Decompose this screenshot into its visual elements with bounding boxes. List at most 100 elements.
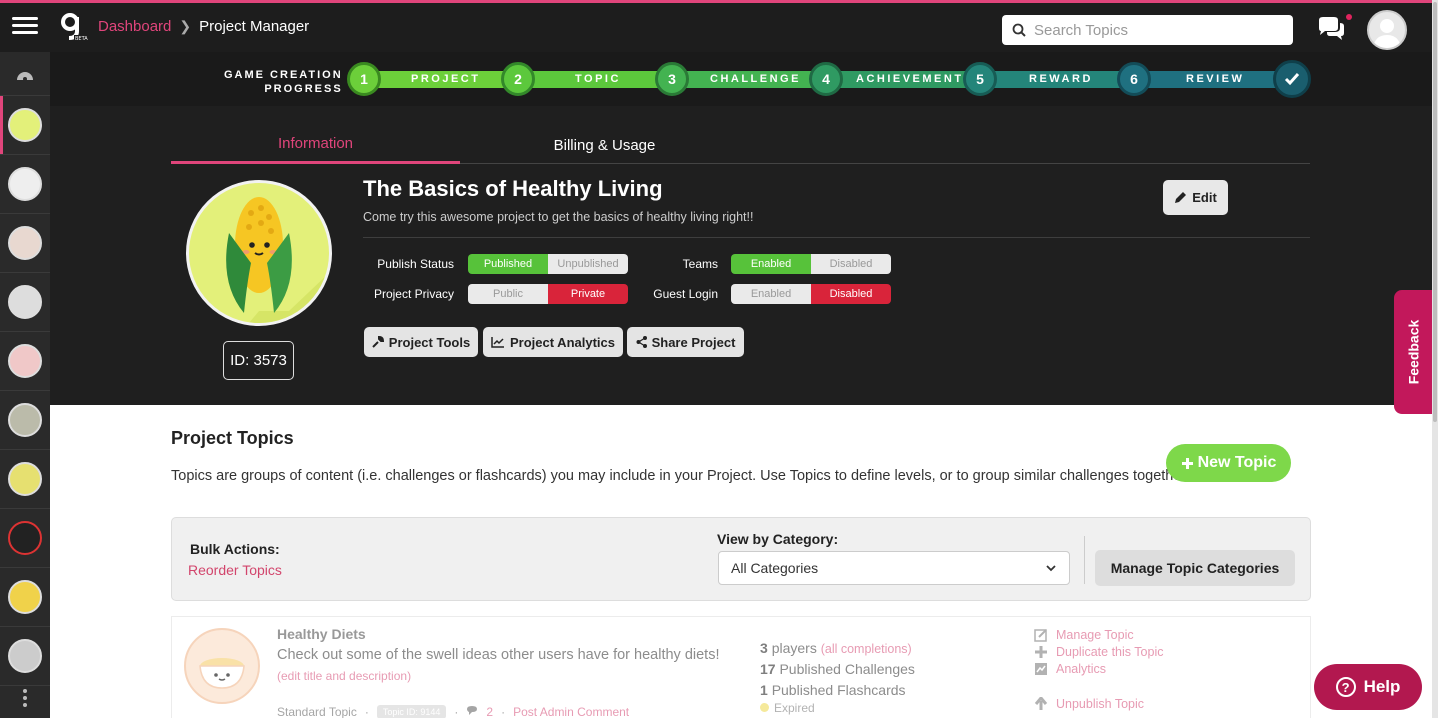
topic-name[interactable]: Healthy Diets bbox=[277, 626, 366, 642]
edit-button[interactable]: Edit bbox=[1163, 180, 1228, 215]
step-2-circle[interactable]: 2 bbox=[501, 62, 535, 96]
edit-title-description-link[interactable]: (edit title and description) bbox=[277, 669, 411, 683]
step-4-circle[interactable]: 4 bbox=[809, 62, 843, 96]
rail-project-8[interactable] bbox=[0, 509, 50, 568]
topic-footer: Standard Topic · Topic ID: 9144 · 2 · Po… bbox=[277, 705, 629, 718]
feedback-tab[interactable]: Feedback bbox=[1394, 290, 1432, 414]
rail-project-6[interactable] bbox=[0, 391, 50, 450]
game-creation-progress: GAME CREATION PROGRESS PROJECT TOPIC CHA… bbox=[50, 52, 1432, 106]
plus-icon bbox=[1035, 646, 1047, 658]
chevron-right-icon: ❯ bbox=[179, 18, 192, 34]
teams-enabled-option[interactable]: Enabled bbox=[731, 254, 811, 274]
more-vertical-icon[interactable] bbox=[20, 686, 30, 710]
topic-row: Healthy Diets Check out some of the swel… bbox=[171, 616, 1311, 718]
check-icon[interactable] bbox=[1273, 60, 1311, 98]
rail-project-10[interactable] bbox=[0, 627, 50, 686]
flashcards-count: 1 bbox=[760, 682, 768, 698]
guest-disabled-option[interactable]: Disabled bbox=[811, 284, 891, 304]
tab-billing-usage[interactable]: Billing & Usage bbox=[460, 126, 749, 164]
new-topic-button[interactable]: New Topic bbox=[1166, 444, 1291, 482]
rail-project-9[interactable] bbox=[0, 568, 50, 627]
help-button[interactable]: ? Help bbox=[1314, 664, 1422, 710]
new-topic-label: New Topic bbox=[1197, 454, 1277, 471]
step-name-review[interactable]: REVIEW bbox=[1186, 73, 1244, 85]
manage-topic-categories-button[interactable]: Manage Topic Categories bbox=[1095, 550, 1295, 586]
app-logo[interactable]: BETA bbox=[58, 11, 88, 41]
share-project-button[interactable]: Share Project bbox=[627, 327, 744, 357]
flashcards-label: Published Flashcards bbox=[771, 682, 906, 698]
user-silhouette-icon bbox=[1373, 19, 1401, 48]
separator-dot: · bbox=[454, 705, 459, 718]
guest-login-label: Guest Login bbox=[653, 287, 718, 301]
analytics-action[interactable]: Analytics bbox=[1034, 662, 1106, 676]
step-5-circle[interactable]: 5 bbox=[963, 62, 997, 96]
breadcrumb: Dashboard ❯ Project Manager bbox=[98, 18, 309, 35]
step-6-circle[interactable]: 6 bbox=[1117, 62, 1151, 96]
project-image[interactable] bbox=[186, 180, 332, 326]
post-admin-comment-link[interactable]: Post Admin Comment bbox=[513, 705, 629, 718]
breadcrumb-dashboard-link[interactable]: Dashboard bbox=[98, 18, 171, 35]
rail-project-5[interactable] bbox=[0, 332, 50, 391]
feedback-label: Feedback bbox=[1405, 319, 1421, 385]
flashcards-stat: 1 Published Flashcards bbox=[760, 682, 906, 698]
comment-count[interactable]: 2 bbox=[486, 705, 493, 718]
project-info-panel: Information Billing & Usage ID: 3573 The… bbox=[50, 106, 1432, 405]
separator-dot: · bbox=[501, 705, 506, 718]
search-box[interactable] bbox=[1002, 15, 1293, 45]
analytics-label: Analytics bbox=[1056, 662, 1107, 676]
teams-toggle[interactable]: Enabled Disabled bbox=[731, 254, 891, 274]
tab-information[interactable]: Information bbox=[171, 126, 460, 164]
step-name-reward[interactable]: REWARD bbox=[1029, 73, 1093, 85]
chat-icon[interactable] bbox=[1316, 16, 1346, 42]
published-option[interactable]: Published bbox=[468, 254, 548, 274]
publish-status-toggle[interactable]: Published Unpublished bbox=[468, 254, 628, 274]
scrollbar-thumb[interactable] bbox=[1433, 2, 1437, 422]
question-circle-icon: ? bbox=[1335, 677, 1356, 697]
expired-dot-icon bbox=[760, 703, 769, 712]
rail-project-3[interactable] bbox=[0, 214, 50, 273]
divider bbox=[363, 237, 1310, 238]
step-name-challenge[interactable]: CHALLENGE bbox=[710, 73, 801, 85]
duplicate-topic-action[interactable]: Duplicate this Topic bbox=[1034, 645, 1163, 659]
public-option[interactable]: Public bbox=[468, 284, 548, 304]
rail-project-4[interactable] bbox=[0, 273, 50, 332]
project-tools-button[interactable]: Project Tools bbox=[364, 327, 478, 357]
challenges-label: Published Challenges bbox=[779, 661, 915, 677]
unpublish-topic-label: Unpublish Topic bbox=[1056, 697, 1145, 711]
svg-text:BETA: BETA bbox=[75, 36, 88, 41]
guest-enabled-option[interactable]: Enabled bbox=[731, 284, 811, 304]
category-select[interactable]: All Categories bbox=[718, 551, 1070, 585]
help-label: Help bbox=[1363, 677, 1401, 696]
dashboard-gauge-icon[interactable] bbox=[0, 52, 50, 96]
topic-image[interactable] bbox=[184, 628, 260, 704]
edit-label: Edit bbox=[1192, 190, 1217, 205]
comment-icon bbox=[466, 705, 478, 718]
rail-project-7[interactable] bbox=[0, 450, 50, 509]
project-analytics-button[interactable]: Project Analytics bbox=[483, 327, 623, 357]
challenges-stat: 17 Published Challenges bbox=[760, 661, 915, 677]
hamburger-menu-icon[interactable] bbox=[12, 13, 38, 41]
share-project-label: Share Project bbox=[651, 334, 736, 350]
step-1-circle[interactable]: 1 bbox=[347, 62, 381, 96]
plus-icon bbox=[1181, 457, 1193, 469]
user-avatar[interactable] bbox=[1367, 10, 1407, 50]
manage-topic-action[interactable]: Manage Topic bbox=[1034, 628, 1134, 642]
reorder-topics-link[interactable]: Reorder Topics bbox=[188, 562, 282, 578]
search-input[interactable] bbox=[1034, 21, 1274, 39]
guest-login-toggle[interactable]: Enabled Disabled bbox=[731, 284, 891, 304]
step-name-achievement[interactable]: ACHIEVEMENT bbox=[856, 73, 964, 85]
rail-project-corn[interactable] bbox=[0, 96, 50, 155]
step-3-circle[interactable]: 3 bbox=[655, 62, 689, 96]
step-name-topic[interactable]: TOPIC bbox=[575, 73, 621, 85]
unpublish-topic-action[interactable]: Unpublish Topic bbox=[1034, 697, 1144, 711]
progress-label: GAME CREATION PROGRESS bbox=[224, 69, 343, 95]
view-by-category-label: View by Category: bbox=[717, 531, 839, 547]
teams-disabled-option[interactable]: Disabled bbox=[811, 254, 891, 274]
step-name-project[interactable]: PROJECT bbox=[411, 73, 480, 85]
topic-type: Standard Topic bbox=[277, 705, 357, 718]
project-privacy-toggle[interactable]: Public Private bbox=[468, 284, 628, 304]
rail-project-2[interactable] bbox=[0, 155, 50, 214]
all-completions-link[interactable]: (all completions) bbox=[821, 642, 912, 656]
topic-description: Check out some of the swell ideas other … bbox=[277, 647, 720, 663]
project-topics-title: Project Topics bbox=[171, 428, 294, 448]
